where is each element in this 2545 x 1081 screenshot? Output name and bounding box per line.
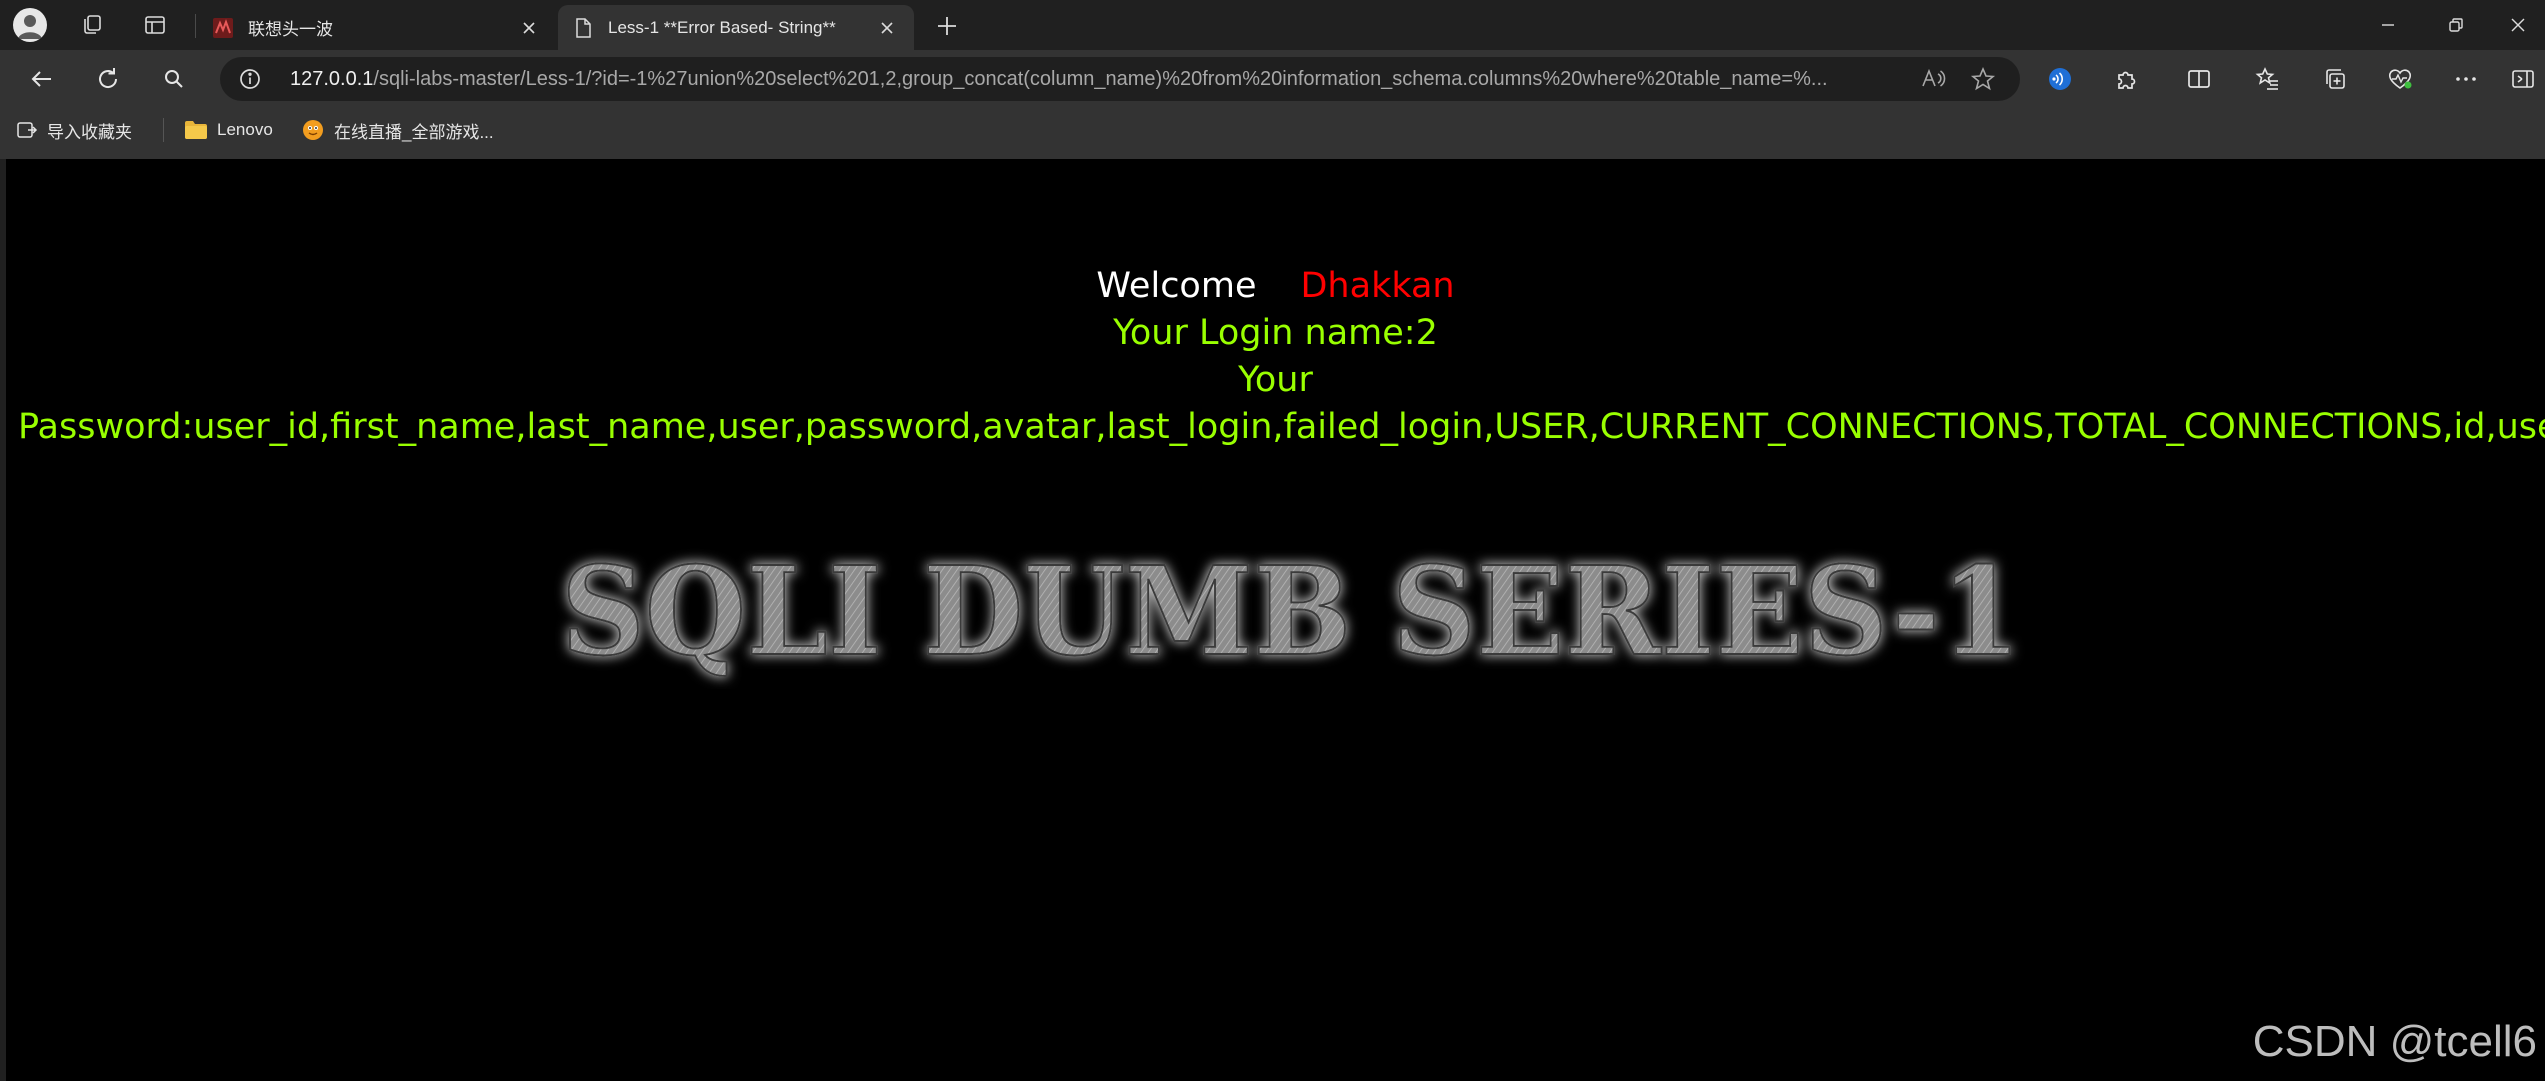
tab-title: 联想头一波 [248, 20, 333, 39]
import-favorites-icon [17, 122, 38, 138]
url-host: 127.0.0.1 [290, 68, 374, 90]
navigation-toolbar: 127.0.0.1/sqli-labs-master/Less-1/?id=-1… [0, 50, 2545, 108]
favorites-button[interactable] [2248, 59, 2288, 99]
favorite-label: 在线直播_全部游戏... [334, 122, 494, 142]
close-tab-icon[interactable] [874, 15, 900, 41]
restore-icon [2449, 18, 2463, 32]
favorites-bar: 导入收藏夹 Lenovo 在线直播_全部游戏... [0, 108, 2545, 153]
tab-favicon-icon [213, 17, 233, 38]
refresh-button[interactable] [88, 59, 128, 99]
close-window-button[interactable] [2490, 0, 2545, 50]
more-dots-icon [2456, 77, 2476, 81]
tab-strip: 联想头一波 Less-1 **Error Based- String** [0, 0, 2545, 50]
read-aloud-icon[interactable] [1920, 66, 1946, 92]
more-menu-button[interactable] [2446, 59, 2486, 99]
login-name-line: Your Login name:2 [1113, 313, 1438, 353]
tab-less-1[interactable]: Less-1 **Error Based- String** [558, 5, 914, 50]
tab-separator [195, 14, 196, 38]
split-screen-button[interactable] [2179, 59, 2219, 99]
tab-actions-icon[interactable] [137, 7, 173, 43]
split-screen-icon [2188, 70, 2210, 88]
sidebar-toggle-button[interactable] [2503, 59, 2543, 99]
minimize-icon [2382, 24, 2394, 26]
minimize-button[interactable] [2354, 0, 2422, 50]
new-tab-button[interactable] [928, 7, 966, 45]
restore-button[interactable] [2422, 0, 2490, 50]
welcome-line: Welcome Dhakkan [6, 263, 2545, 310]
query-output: Welcome Dhakkan Your Login name:2 Your [6, 263, 2545, 404]
profile-avatar-icon[interactable] [13, 8, 47, 42]
workspaces-icon[interactable] [74, 7, 110, 43]
welcome-name: Dhakkan [1300, 266, 1455, 306]
search-icon [165, 70, 183, 88]
favorite-label: 导入收藏夹 [47, 122, 132, 142]
search-button[interactable] [154, 59, 194, 99]
close-tab-icon[interactable] [516, 15, 542, 41]
welcome-label: Welcome [1096, 266, 1257, 306]
favorite-star-icon[interactable] [1970, 66, 1996, 92]
banner-text: SQLI DUMB SERIES-1 [561, 539, 2021, 683]
url-path: /sqli-labs-master/Less-1/?id=-1%27union%… [373, 68, 1828, 90]
folder-icon [185, 121, 207, 139]
back-button[interactable] [22, 59, 62, 99]
collections-button[interactable] [2315, 59, 2355, 99]
close-icon [2511, 18, 2524, 32]
favorite-label: Lenovo [217, 120, 273, 139]
favorite-live-stream[interactable]: 在线直播_全部游戏... [301, 115, 494, 145]
address-bar[interactable]: 127.0.0.1/sqli-labs-master/Less-1/?id=-1… [220, 57, 2020, 101]
browser-window: 联想头一波 Less-1 **Error Based- String** 127… [0, 0, 2545, 1081]
password-line: Password:user_id,first_name,last_name,us… [18, 407, 2545, 447]
page-content: Welcome Dhakkan Your Login name:2 Your Pa… [6, 159, 2545, 1081]
copilot-button[interactable] [2040, 59, 2080, 99]
your-line: Your [1238, 360, 1313, 400]
site-info-icon[interactable] [238, 67, 262, 91]
favorites-divider [163, 118, 164, 142]
copilot-icon [2049, 68, 2071, 90]
csdn-watermark: CSDN @tcell6 [2252, 1017, 2537, 1066]
favorite-folder-lenovo[interactable]: Lenovo [184, 115, 273, 145]
heart-pulse-icon [2388, 69, 2412, 89]
sidebar-icon [2512, 70, 2534, 88]
url-text[interactable]: 127.0.0.1/sqli-labs-master/Less-1/?id=-1… [290, 57, 1890, 101]
favorites-list-icon [2255, 67, 2278, 90]
tab-lenovo[interactable]: 联想头一波 [198, 5, 556, 50]
browser-essentials-button[interactable] [2380, 59, 2420, 99]
arrow-left-icon [31, 71, 51, 87]
puzzle-icon [2118, 71, 2136, 89]
extensions-button[interactable] [2107, 59, 2147, 99]
favorite-import[interactable]: 导入收藏夹 [16, 115, 132, 145]
refresh-icon [99, 68, 118, 88]
page-document-icon [576, 17, 591, 38]
sqli-dumb-series-banner: SQLI DUMB SERIES-1 [560, 539, 2022, 684]
tab-title: Less-1 **Error Based- String** [608, 17, 836, 37]
live-stream-favicon [303, 120, 323, 140]
plus-icon [938, 17, 956, 35]
collections-icon [2326, 69, 2345, 89]
